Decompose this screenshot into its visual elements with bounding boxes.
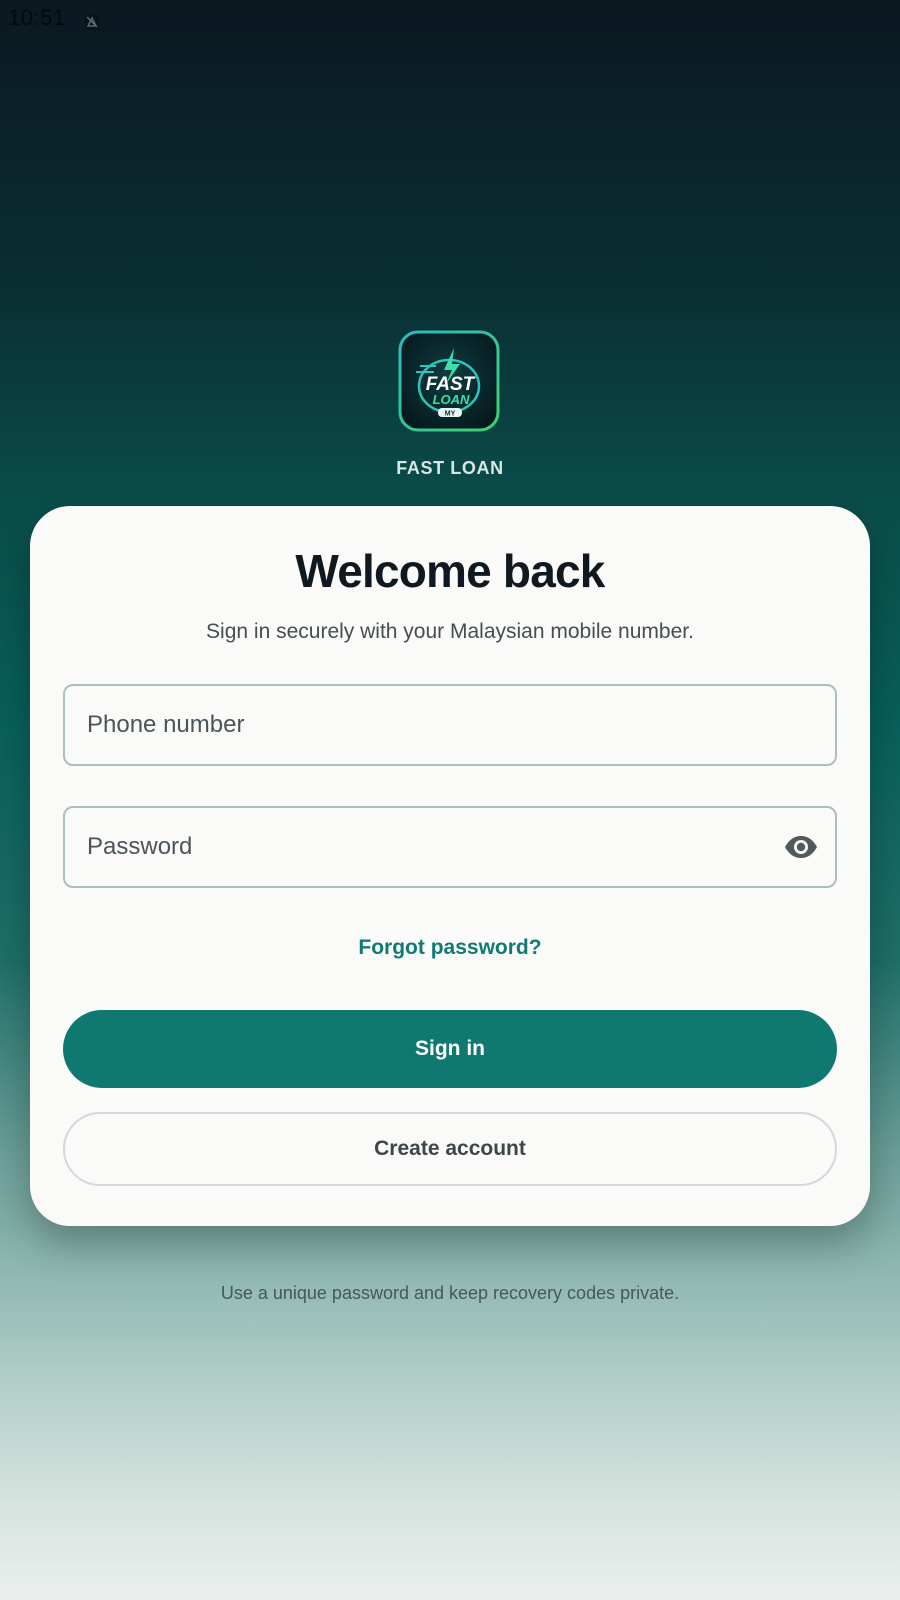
eye-icon[interactable]	[783, 829, 819, 865]
sign-in-button-label: Sign in	[415, 1037, 485, 1060]
password-placeholder: Password	[87, 833, 193, 860]
logo-text-line: LOAN	[433, 392, 470, 407]
security-note: Use a unique password and keep recovery …	[220, 1283, 680, 1303]
create-account-button-label: Create account	[374, 1137, 526, 1160]
sign-in-button[interactable]: Sign in	[63, 1010, 837, 1088]
status-time: 10:51	[8, 5, 66, 30]
status-bar: 10:51	[0, 0, 900, 36]
forgot-password-link[interactable]: Forgot password?	[30, 936, 870, 960]
app-logo: FAST LOAN MY	[398, 330, 500, 432]
phone-number-placeholder: Phone number	[87, 711, 245, 738]
create-account-button[interactable]: Create account	[63, 1112, 837, 1186]
logo-text-line: MY	[445, 411, 456, 418]
login-card: Welcome back Sign in securely with your …	[30, 506, 870, 1226]
app-name: FAST LOAN	[396, 458, 504, 478]
silent-mode-icon	[84, 10, 100, 29]
password-field[interactable]: Password	[63, 806, 837, 888]
page-title: Welcome back	[295, 545, 605, 597]
page-subtitle: Sign in securely with your Malaysian mob…	[206, 620, 694, 643]
phone-number-field[interactable]: Phone number	[63, 684, 837, 766]
